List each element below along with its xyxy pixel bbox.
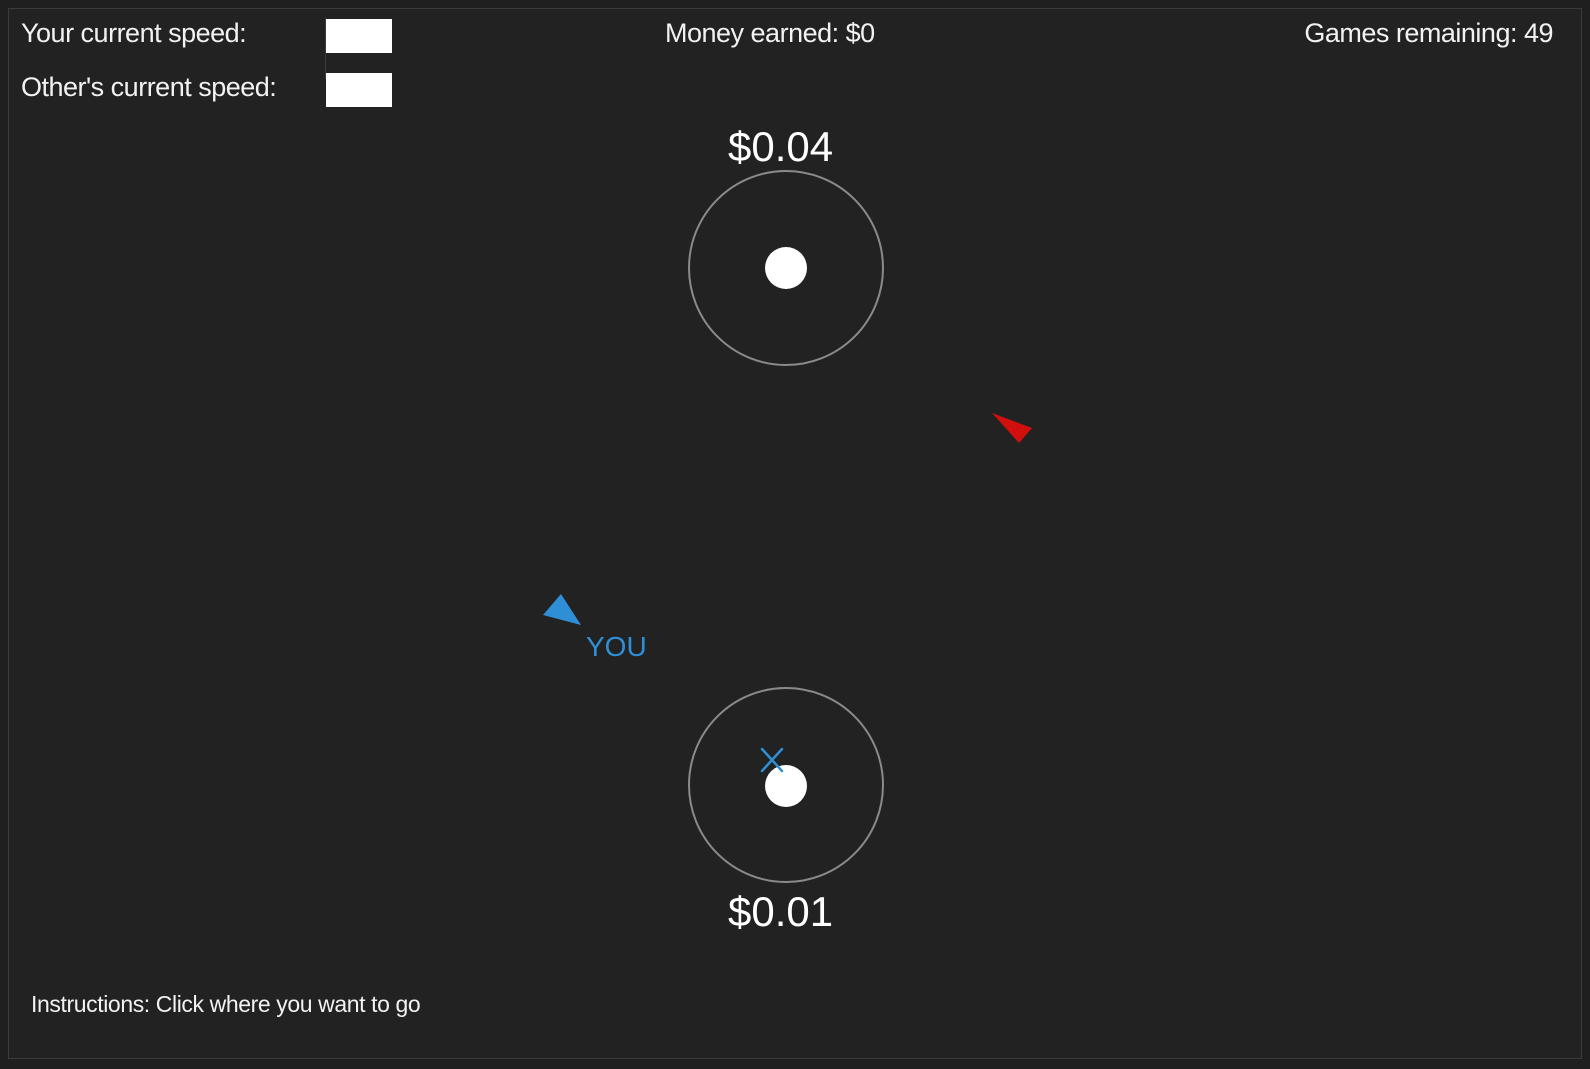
game-field[interactable] (9, 9, 1581, 1058)
bottom-target-center (765, 765, 807, 807)
player-label: YOU (586, 631, 647, 662)
x-mark-icon (760, 747, 784, 773)
instructions-text: Instructions: Click where you want to go (31, 991, 421, 1017)
player-arrow-icon (543, 594, 581, 625)
top-target-center (765, 247, 807, 289)
opponent-arrow-icon (992, 413, 1032, 443)
bottom-target[interactable] (688, 687, 884, 883)
game-frame[interactable]: Your current speed: Other's current spee… (8, 8, 1582, 1059)
top-target[interactable] (688, 170, 884, 366)
